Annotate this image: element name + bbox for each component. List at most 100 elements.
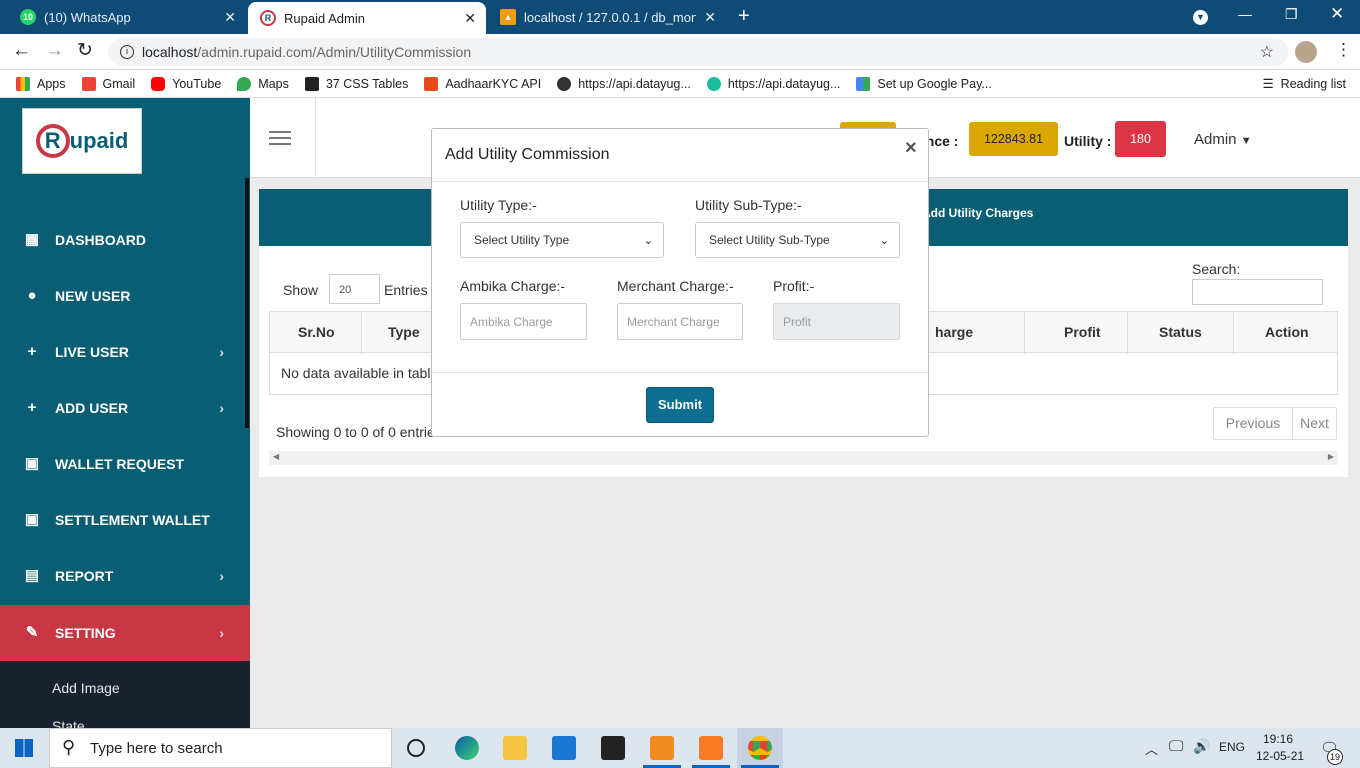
menu-icon[interactable]: ⋮ [1335, 40, 1352, 60]
tab-title: localhost / 127.0.0.1 / db_money [524, 9, 696, 25]
utility-type-label: Utility Type:- [460, 197, 537, 213]
sidebar-item-wallet-request[interactable]: ▣ WALLET REQUEST [0, 436, 250, 492]
sidebar-item-settlement-wallet[interactable]: ▣ SETTLEMENT WALLET [0, 492, 250, 548]
wallet-icon: ▣ [24, 455, 40, 472]
column-profit[interactable]: Profit [1064, 324, 1101, 340]
forward-icon[interactable]: → [45, 40, 64, 62]
bookmark-datayug-1[interactable]: https://api.datayug... [557, 76, 691, 91]
sidebar-item-dashboard[interactable]: ▦ DASHBOARD [0, 212, 250, 268]
browser-toolbar: ← → ↻ i localhost/admin.rupaid.com/Admin… [0, 34, 1360, 70]
cortana-icon[interactable] [407, 739, 425, 757]
column-status[interactable]: Status [1159, 324, 1202, 340]
sublime-text-icon[interactable] [650, 736, 674, 760]
utility-subtype-label: Utility Sub-Type:- [695, 197, 802, 213]
tab-title: Rupaid Admin [284, 10, 365, 26]
whatsapp-icon: 10 [20, 9, 36, 25]
submenu-item-add-image[interactable]: Add Image [52, 680, 120, 696]
hamburger-icon[interactable] [269, 131, 291, 145]
bookmark-maps[interactable]: Maps [237, 76, 289, 91]
ambika-charge-label: Ambika Charge:- [460, 278, 566, 294]
wallet-icon: ▣ [24, 511, 40, 528]
sidebar-item-live-user[interactable]: + LIVE USER › [0, 324, 250, 380]
column-action[interactable]: Action [1265, 324, 1309, 340]
network-icon[interactable]: 🖵 [1169, 738, 1183, 755]
rupaid-logo: R upaid [22, 108, 142, 174]
close-tab-icon[interactable]: ✕ [464, 10, 476, 27]
admin-dropdown[interactable]: Admin ▼ [1194, 131, 1252, 148]
submenu-item-state[interactable]: State [52, 718, 85, 728]
bookmark-gmail[interactable]: Gmail [81, 76, 135, 91]
sidebar-item-setting[interactable]: ✎ SETTING › [0, 605, 250, 661]
language-indicator[interactable]: ENG [1219, 740, 1245, 754]
gmail-icon [81, 76, 96, 91]
tray-chevron-up-icon[interactable]: ︿ [1145, 739, 1158, 758]
utility-subtype-select[interactable]: Select Utility Sub-Type ⌄ [695, 222, 900, 258]
window-close-icon[interactable]: ✕ [1330, 4, 1344, 24]
datayug-icon [706, 76, 721, 91]
tab-search-icon[interactable]: ▼ [1193, 10, 1208, 25]
user-icon: ● [27, 287, 37, 304]
sidebar-item-add-user[interactable]: + ADD USER › [0, 380, 250, 436]
profit-label: Profit:- [773, 278, 815, 294]
reload-icon[interactable]: ↻ [77, 39, 93, 62]
minimize-icon[interactable]: — [1238, 6, 1252, 22]
merchant-charge-input[interactable]: Merchant Charge [617, 303, 743, 340]
column-type[interactable]: Type [388, 324, 420, 340]
globe-icon [557, 76, 572, 91]
chrome-taskbar-button[interactable] [737, 728, 783, 768]
close-tab-icon[interactable]: ✕ [704, 9, 716, 26]
add-utility-commission-modal: Add Utility Commission × Utility Type:- … [431, 128, 929, 437]
address-bar[interactable]: i localhost/admin.rupaid.com/Admin/Utili… [108, 38, 1288, 66]
sidebar-scrollbar[interactable] [245, 178, 249, 428]
apps-grid-icon [16, 76, 30, 91]
report-icon: ▤ [24, 567, 40, 584]
restore-icon[interactable]: ❐ [1285, 6, 1298, 23]
tab-rupaid-admin[interactable]: R Rupaid Admin ✕ [248, 2, 486, 34]
store-icon[interactable] [601, 736, 625, 760]
tab-phpmyadmin[interactable]: ▲ localhost / 127.0.0.1 / db_money ✕ [488, 0, 726, 34]
mail-icon[interactable] [552, 736, 576, 760]
submit-button[interactable]: Submit [646, 387, 714, 423]
volume-icon[interactable]: 🔊 [1193, 738, 1210, 755]
reading-list[interactable]: ☰ Reading list [1262, 76, 1346, 92]
info-icon[interactable]: i [120, 45, 134, 59]
clock-date[interactable]: 12-05-21 [1256, 749, 1304, 763]
modal-close-button[interactable]: × [905, 137, 917, 160]
edge-icon[interactable] [455, 736, 479, 760]
merchant-charge-label: Merchant Charge:- [617, 278, 734, 294]
bookmark-youtube[interactable]: YouTube [151, 76, 221, 91]
chevron-right-icon: › [219, 344, 224, 360]
bookmark-aadhaar[interactable]: AadhaarKYC API [424, 76, 541, 91]
xampp-icon[interactable] [699, 736, 723, 760]
clock-time[interactable]: 19:16 [1263, 732, 1293, 746]
horizontal-scrollbar[interactable]: ◀ ▶ [269, 451, 1338, 465]
column-sr-no[interactable]: Sr.No [298, 324, 335, 340]
add-utility-charges-button[interactable]: Add Utility Charges [922, 206, 1033, 220]
next-button[interactable]: Next [1293, 408, 1336, 439]
tab-title: (10) WhatsApp [44, 9, 131, 25]
windows-start-icon[interactable] [15, 739, 33, 757]
sidebar-item-report[interactable]: ▤ REPORT › [0, 548, 250, 604]
ambika-charge-input[interactable]: Ambika Charge [460, 303, 587, 340]
bookmark-apps[interactable]: Apps [16, 76, 66, 91]
profile-avatar[interactable] [1295, 41, 1317, 63]
column-charge[interactable]: harge [935, 324, 973, 340]
back-icon[interactable]: ← [12, 40, 31, 62]
utility-type-select[interactable]: Select Utility Type ⌄ [460, 222, 664, 258]
sidebar-item-new-user[interactable]: ● NEW USER [0, 268, 250, 324]
tab-whatsapp[interactable]: 10 (10) WhatsApp ✕ [8, 0, 246, 34]
taskbar-search-box[interactable]: ⚲ Type here to search [49, 728, 392, 768]
previous-button[interactable]: Previous [1214, 408, 1293, 439]
bookmark-google-pay[interactable]: Set up Google Pay... [856, 76, 992, 91]
phpmyadmin-icon: ▲ [500, 9, 516, 25]
new-tab-button[interactable]: + [738, 5, 750, 28]
pagination: Previous Next [1213, 407, 1337, 440]
bookmark-star-icon[interactable]: ☆ [1260, 42, 1274, 62]
file-explorer-icon[interactable] [503, 736, 527, 760]
entries-select[interactable]: 20 [329, 274, 380, 304]
close-tab-icon[interactable]: ✕ [224, 9, 236, 26]
search-input[interactable] [1192, 279, 1323, 305]
youtube-icon [151, 76, 166, 91]
bookmark-datayug-2[interactable]: https://api.datayug... [706, 76, 840, 91]
bookmark-css-tables[interactable]: 37 CSS Tables [304, 76, 408, 91]
